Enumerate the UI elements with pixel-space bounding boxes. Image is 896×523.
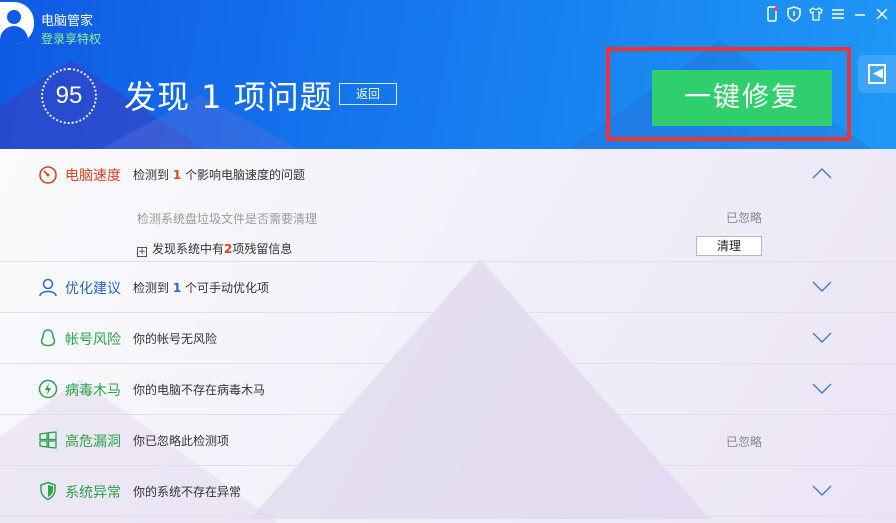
category-desc: 检测到 1 个可手动优化项 <box>133 279 269 296</box>
shield-icon[interactable] <box>786 6 802 22</box>
desc-suffix: 个影响电脑速度的问题 <box>181 168 306 182</box>
residual-prefix: 发现系统中有 <box>152 242 225 256</box>
category-name: 病毒木马 <box>65 383 121 399</box>
desc-suffix: 个可手动优化项 <box>181 281 270 295</box>
issue-count: 1 <box>172 168 182 182</box>
menu-icon[interactable] <box>830 6 846 22</box>
category-name: 帐号风险 <box>65 332 121 348</box>
page-title: 发现 1 项问题 <box>124 78 333 116</box>
category-row-vulnerability[interactable]: 高危漏洞 你已忽略此检测项 已忽略 <box>0 415 896 466</box>
category-row-speed: 电脑速度 检测到 1 个影响电脑速度的问题 检测系统盘垃圾文件是否需要清理 已忽… <box>0 149 896 262</box>
phone-icon[interactable] <box>764 6 780 22</box>
user-icon <box>39 278 57 297</box>
close-icon[interactable] <box>874 6 890 22</box>
chevron-down-icon[interactable] <box>812 330 832 344</box>
category-name: 电脑速度 <box>65 168 121 184</box>
desc-prefix: 检测到 <box>133 281 173 295</box>
category-name: 高危漏洞 <box>65 434 121 450</box>
health-score: 95 <box>55 82 83 109</box>
minimize-icon[interactable] <box>852 6 868 22</box>
chevron-down-icon[interactable] <box>812 279 832 293</box>
penguin-icon <box>40 329 56 347</box>
one-click-fix-button[interactable]: 一键修复 <box>652 70 832 126</box>
category-desc: 你的电脑不存在病毒木马 <box>133 383 266 397</box>
windows-icon <box>39 431 57 449</box>
residual-suffix: 项残留信息 <box>232 242 293 256</box>
arrow-left-icon: ◀ <box>873 66 883 81</box>
category-name: 优化建议 <box>65 281 121 297</box>
category-row-account[interactable]: 帐号风险 你的帐号无风险 <box>0 313 896 364</box>
sub-item-residual[interactable]: + 发现系统中有2项残留信息 <box>137 240 292 257</box>
clean-button[interactable]: 清理 <box>696 236 762 256</box>
ignored-status: 已忽略 <box>726 211 763 225</box>
header: 电脑管家 登录享特权 95 发现 1 项问题 返回 一键修复 ◀ <box>0 0 896 149</box>
category-row-virus[interactable]: 病毒木马 你的电脑不存在病毒木马 <box>0 364 896 415</box>
app-title: 电脑管家 <box>41 14 94 29</box>
category-row-optimize[interactable]: 优化建议 检测到 1 个可手动优化项 <box>0 262 896 313</box>
titlebar-icons <box>764 6 890 22</box>
desc-prefix: 检测到 <box>133 168 173 182</box>
chevron-up-icon[interactable] <box>812 166 832 180</box>
side-panel-toggle[interactable]: ◀ <box>858 55 896 93</box>
category-name: 系统异常 <box>65 485 121 501</box>
lightning-icon <box>38 379 58 399</box>
chevron-down-icon[interactable] <box>812 381 832 395</box>
ignored-status: 已忽略 <box>726 435 763 449</box>
category-row-system[interactable]: 系统异常 你的系统不存在异常 <box>0 466 896 517</box>
result-list: 电脑速度 检测到 1 个影响电脑速度的问题 检测系统盘垃圾文件是否需要清理 已忽… <box>0 149 896 523</box>
category-header-speed[interactable]: 电脑速度 检测到 1 个影响电脑速度的问题 <box>0 149 896 199</box>
expand-plus-icon[interactable]: + <box>137 247 147 257</box>
back-button[interactable]: 返回 <box>339 83 397 105</box>
category-desc: 你的帐号无风险 <box>133 332 218 346</box>
speedometer-icon <box>39 166 57 184</box>
category-desc: 检测到 1 个影响电脑速度的问题 <box>133 166 305 183</box>
login-link[interactable]: 登录享特权 <box>41 30 101 47</box>
avatar-body <box>0 26 28 44</box>
avatar-head <box>7 10 21 24</box>
shield-check-icon <box>40 481 56 501</box>
category-desc: 你已忽略此检测项 <box>133 434 230 448</box>
skin-icon[interactable] <box>808 6 824 22</box>
chevron-down-icon[interactable] <box>812 483 832 497</box>
optimize-count: 1 <box>172 281 182 295</box>
category-desc: 你的系统不存在异常 <box>133 485 242 499</box>
avatar[interactable] <box>0 2 34 44</box>
sub-item-disk-cleanup: 检测系统盘垃圾文件是否需要清理 <box>137 212 318 226</box>
